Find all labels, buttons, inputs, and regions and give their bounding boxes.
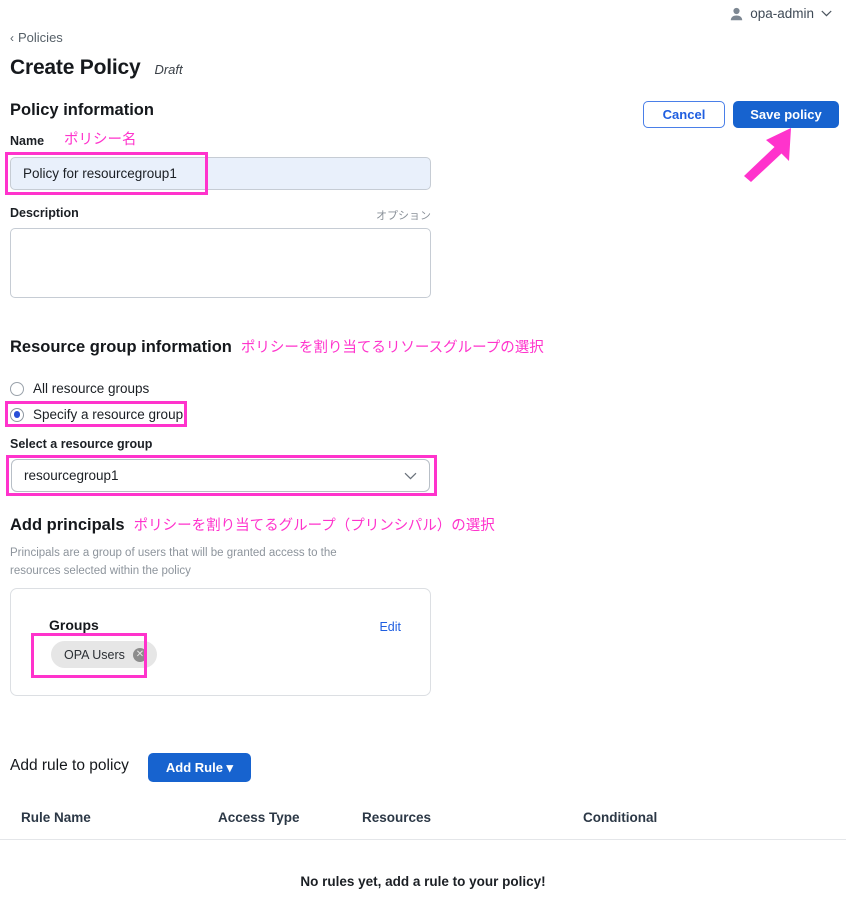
groups-title: Groups: [49, 617, 99, 633]
section-title: Policy information: [10, 101, 154, 119]
groups-card: Groups Edit OPA Users ✕: [10, 588, 431, 696]
back-chevron-icon: ‹: [10, 30, 14, 45]
description-optional-annotation: オプション: [376, 210, 431, 222]
column-header-conditional: Conditional: [583, 810, 658, 825]
policy-information-heading: Policy information: [10, 101, 154, 120]
cancel-button[interactable]: Cancel: [643, 101, 725, 128]
name-annotation: ポリシー名: [64, 132, 137, 148]
person-icon: [731, 7, 743, 20]
status-badge: Draft: [154, 62, 183, 77]
resource-group-heading: Resource group information ポリシーを割り当てるリソー…: [10, 336, 544, 357]
add-rule-label: Add rule to policy: [10, 757, 129, 774]
section-annotation: ポリシーを割り当てるリソースグループの選択: [240, 340, 544, 356]
rules-table-header: Rule Name Access Type Resources Conditio…: [0, 810, 846, 840]
rules-table: Rule Name Access Type Resources Conditio…: [0, 810, 846, 889]
policy-name-input[interactable]: [10, 157, 431, 190]
radio-all-resource-groups[interactable]: All resource groups: [10, 381, 149, 396]
principals-helper-text: Principals are a group of users that wil…: [10, 547, 337, 577]
group-chip[interactable]: OPA Users ✕: [51, 641, 157, 668]
user-name: opa-admin: [750, 6, 814, 21]
section-title: Resource group information: [10, 338, 232, 356]
radio-selected-icon[interactable]: [10, 407, 24, 422]
chevron-down-icon[interactable]: [821, 10, 832, 17]
select-resource-group-label: Select a resource group: [10, 437, 153, 451]
column-header-rule-name: Rule Name: [21, 810, 91, 825]
close-icon[interactable]: ✕: [132, 647, 147, 662]
breadcrumb-label: Policies: [18, 30, 63, 45]
chevron-down-icon[interactable]: [404, 472, 417, 480]
annotation-arrow-save-policy: [744, 128, 791, 182]
page-header: Create Policy Draft: [10, 56, 183, 80]
section-title: Add principals: [10, 516, 125, 534]
save-policy-button[interactable]: Save policy: [733, 101, 839, 128]
group-chip-label: OPA Users: [64, 647, 125, 662]
radio-icon[interactable]: [10, 381, 24, 396]
resource-group-select[interactable]: resourcegroup1: [11, 459, 430, 492]
radio-label: All resource groups: [33, 381, 150, 396]
column-header-resources: Resources: [362, 810, 432, 825]
resource-group-select-value: resourcegroup1: [24, 468, 119, 483]
rules-empty-message: No rules yet, add a rule to your policy!: [300, 874, 546, 889]
name-label: Name: [10, 134, 45, 148]
description-label: Description: [10, 206, 79, 220]
column-header-access-type: Access Type: [218, 810, 300, 825]
add-principals-heading: Add principals ポリシーを割り当てるグループ（プリンシパル）の選択: [10, 514, 495, 535]
breadcrumb[interactable]: ‹ Policies: [10, 30, 63, 45]
edit-groups-link[interactable]: Edit: [379, 620, 401, 634]
radio-specify-resource-group[interactable]: Specify a resource group: [10, 407, 183, 422]
page-title: Create Policy: [10, 56, 141, 79]
section-annotation: ポリシーを割り当てるグループ（プリンシパル）の選択: [133, 518, 495, 534]
radio-label: Specify a resource group: [33, 407, 184, 422]
user-menu[interactable]: opa-admin: [730, 6, 832, 21]
policy-description-textarea[interactable]: [10, 228, 431, 298]
add-rule-button[interactable]: Add Rule ▾: [148, 753, 251, 782]
